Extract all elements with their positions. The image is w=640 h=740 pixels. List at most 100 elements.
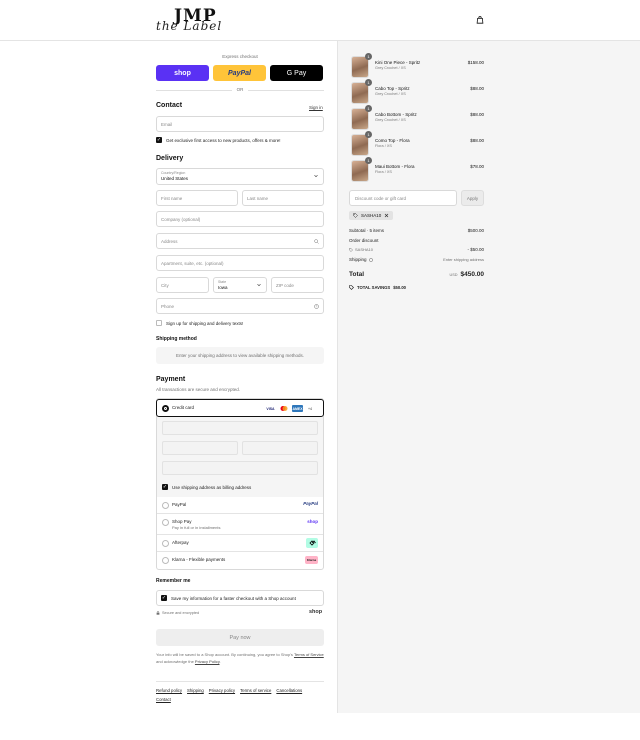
last-name-field[interactable]: Last name [242,190,324,206]
more-cards-badge: +4 [306,405,314,412]
legal-text-end: . [219,659,221,664]
total-savings-row: TOTAL SAVINGS $50.00 [349,284,484,291]
refund-policy-link[interactable]: Refund policy [156,688,182,693]
shipping-method-notice: Enter your shipping address to view avai… [156,347,324,364]
or-label: OR [236,87,244,92]
order-discount-label: Order discount [349,238,379,243]
discount-code-input[interactable]: Discount code or gift card [349,190,457,206]
quantity-badge: 1 [365,105,372,112]
footer-links: Refund policy Shipping Privacy policy Terms… [156,686,324,704]
quantity-badge: 1 [365,79,372,86]
company-placeholder: Company (optional) [161,216,201,222]
mastercard-icon [279,405,289,412]
billing-same-checkbox[interactable]: ✓ Use shipping address as billing addres… [162,484,251,490]
google-pay-button[interactable]: G Pay [270,65,323,81]
item-variant: Grey Crochet / XS [375,66,406,70]
city-field[interactable]: City [156,277,209,293]
paypal-label: PayPal [172,502,187,507]
pay-now-button[interactable]: Pay now [156,629,324,646]
lock-icon [156,611,160,615]
address-field[interactable]: Address [156,233,324,249]
checkmark-icon: ✓ [156,137,162,143]
brand-logo[interactable]: JMP the Label [156,5,242,35]
credit-card-label: Credit card [172,405,195,410]
paypal-logo: PayPal [303,501,318,506]
country-label: Country/Region [161,171,186,175]
discount-value: - $50.00 [467,247,484,252]
applied-discount-chip: SASHA10 [349,211,394,220]
zip-placeholder: ZIP code [276,282,294,288]
logo-subtext: the Label [156,19,223,33]
payment-options: Credit card VISA AMEX +4 ✓ Use shipping … [156,398,324,570]
privacy-link[interactable]: Privacy Policy [195,659,220,664]
cart-item: 1 Maui Bottom - Flora Flora / XS $78.00 [351,157,484,182]
save-info-box[interactable]: ✓ Save my information for a faster check… [156,590,324,606]
order-discount-row: Order discount [349,238,484,245]
newsletter-checkbox[interactable]: ✓ Get exclusive first access to new prod… [156,137,280,143]
legal-notice: Your info will be saved to a Shop accoun… [156,651,324,665]
card-number-field[interactable] [162,421,318,435]
secure-notice: Secure and encrypted [156,611,199,615]
payment-option-afterpay[interactable]: Afterpay [157,535,323,552]
contact-heading: Contact [156,102,183,109]
sms-opt-in-checkbox[interactable]: Sign up for shipping and delivery texts! [156,320,243,326]
close-icon[interactable] [384,213,389,218]
amex-icon: AMEX [292,405,303,412]
payment-option-shop-pay[interactable]: Shop Pay Pay in full or in installments … [157,514,323,535]
terms-of-service-link[interactable]: Terms of service [240,688,271,693]
security-code-field[interactable] [242,441,318,455]
payment-option-paypal[interactable]: PayPal PayPal [157,497,323,514]
company-field[interactable]: Company (optional) [156,211,324,227]
shop-pay-button[interactable]: shop [156,65,209,81]
state-select[interactable]: State Iowa [213,277,267,293]
shopping-bag-icon[interactable] [476,16,484,24]
cancellations-link[interactable]: Cancellations [276,688,302,693]
terms-link[interactable]: Terms of Service [294,652,324,657]
apartment-field[interactable]: Apartment, suite, etc. (optional) [156,255,324,271]
currency-code: USD [449,273,458,277]
legal-text-start: Your info will be saved to a Shop accoun… [156,652,294,657]
shop-logo: shop [309,609,323,615]
first-name-field[interactable]: First name [156,190,238,206]
discount-placeholder: Discount code or gift card [355,195,407,201]
shop-pay-sublabel: Pay in full or in installments [172,525,221,530]
radio-selected [162,405,169,412]
discount-code-row: SASHA10 - $50.00 [349,247,484,254]
search-icon [314,239,319,244]
shipping-row: Shipping Enter shipping address [349,257,484,264]
item-variant: Flora / XS [375,170,392,174]
item-price: $158.00 [467,60,484,65]
cart-item: 1 Cabo Top - Spritz Grey Crochet / XS $8… [351,79,484,104]
paypal-button[interactable]: PayPal [213,65,266,81]
email-field[interactable]: Email [156,116,324,132]
phone-field[interactable]: Phone ? [156,298,324,314]
state-label: State [218,280,227,284]
payment-option-credit-card[interactable]: Credit card VISA AMEX +4 [156,399,324,417]
klarna-label: Klarna - Flexible payments [172,557,226,562]
apartment-placeholder: Apartment, suite, etc. (optional) [161,260,224,266]
secure-label: Secure and encrypted [162,611,200,615]
expiration-field[interactable] [162,441,238,455]
country-select[interactable]: Country/Region United States [156,168,324,185]
apply-discount-button[interactable]: Apply [461,190,484,206]
item-price: $88.00 [470,86,484,91]
contact-link[interactable]: Contact [156,697,171,702]
header: JMP the Label [0,0,640,41]
shipping-policy-link[interactable]: Shipping [187,688,204,693]
country-value: United States [161,176,189,181]
name-on-card-field[interactable] [162,461,318,475]
chevron-down-icon [257,283,261,287]
total-value: $450.00 [460,271,485,278]
help-icon[interactable]: ? [314,304,319,309]
zip-field[interactable]: ZIP code [271,277,324,293]
sign-in-link[interactable]: Sign in [309,105,323,110]
total-savings-label: TOTAL SAVINGS [357,285,391,290]
payment-option-klarna[interactable]: Klarna - Flexible payments Klarna [157,552,323,569]
footer-divider [156,681,324,682]
privacy-policy-link[interactable]: Privacy policy [209,688,235,693]
help-icon[interactable] [368,257,373,262]
item-name: Cabo Bottom - Spritz [375,112,417,117]
shipping-label: Shipping [349,257,367,262]
phone-placeholder: Phone [161,303,175,309]
email-placeholder: Email [161,121,173,127]
